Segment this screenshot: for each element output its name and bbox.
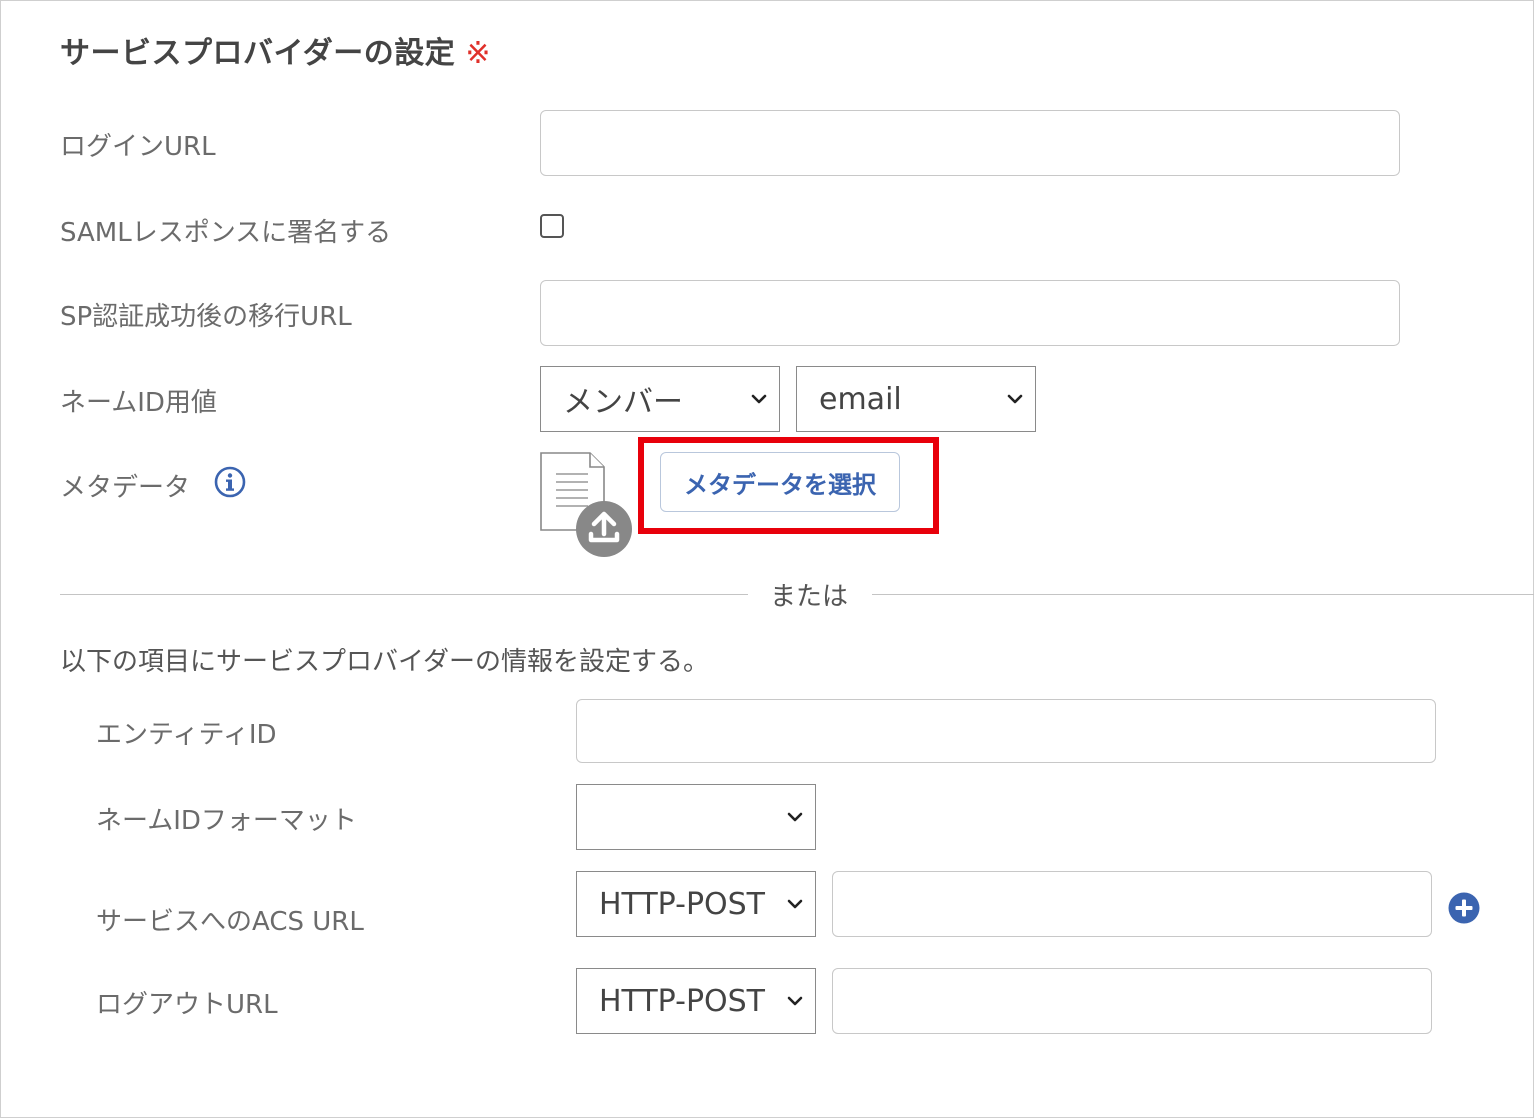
chevron-down-icon	[751, 394, 767, 404]
sp-redirect-url-input[interactable]	[540, 280, 1400, 346]
plus-circle-icon[interactable]	[1447, 891, 1481, 925]
section-title-text: サービスプロバイダーの設定	[60, 36, 456, 71]
member-select-value: メンバー	[563, 385, 683, 420]
attribute-select[interactable]: email	[796, 366, 1036, 432]
select-metadata-button[interactable]: メタデータを選択	[660, 452, 900, 512]
entity-id-input[interactable]	[576, 699, 1436, 763]
acs-url-label: サービスへのACS URL	[96, 907, 364, 937]
info-icon[interactable]	[214, 466, 246, 498]
required-mark: ※	[465, 36, 491, 71]
section-title: サービスプロバイダーの設定 ※	[60, 28, 491, 72]
chevron-down-icon	[787, 996, 803, 1006]
login-url-label: ログインURL	[60, 132, 216, 162]
logout-url-label: ログアウトURL	[96, 990, 278, 1020]
acs-url-input[interactable]	[832, 871, 1432, 937]
metadata-label: メタデータ	[60, 473, 191, 503]
acs-binding-select[interactable]: HTTP-POST	[576, 871, 816, 937]
name-id-format-select[interactable]	[576, 784, 816, 850]
entity-id-label: エンティティID	[96, 720, 277, 750]
saml-sign-label: SAMLレスポンスに署名する	[60, 218, 392, 248]
sp-redirect-url-label: SP認証成功後の移行URL	[60, 302, 352, 332]
divider-right	[872, 594, 1534, 595]
manual-intro-text: 以下の項目にサービスプロバイダーの情報を設定する。	[60, 647, 709, 677]
chevron-down-icon	[787, 812, 803, 822]
saml-sign-checkbox[interactable]	[540, 214, 564, 238]
logout-binding-select[interactable]: HTTP-POST	[576, 968, 816, 1034]
chevron-down-icon	[787, 899, 803, 909]
divider-left	[60, 594, 748, 595]
or-divider-text: または	[770, 582, 849, 612]
logout-url-input[interactable]	[832, 968, 1432, 1034]
logout-binding-value: HTTP-POST	[599, 983, 766, 1019]
login-url-input[interactable]	[540, 110, 1400, 176]
name-id-format-label: ネームIDフォーマット	[96, 806, 357, 836]
chevron-down-icon	[1007, 394, 1023, 404]
member-select[interactable]: メンバー	[540, 366, 780, 432]
document-upload-icon[interactable]	[538, 450, 634, 560]
attribute-select-value: email	[819, 381, 902, 417]
acs-binding-value: HTTP-POST	[599, 886, 766, 922]
name-id-value-label: ネームID用値	[60, 388, 217, 418]
